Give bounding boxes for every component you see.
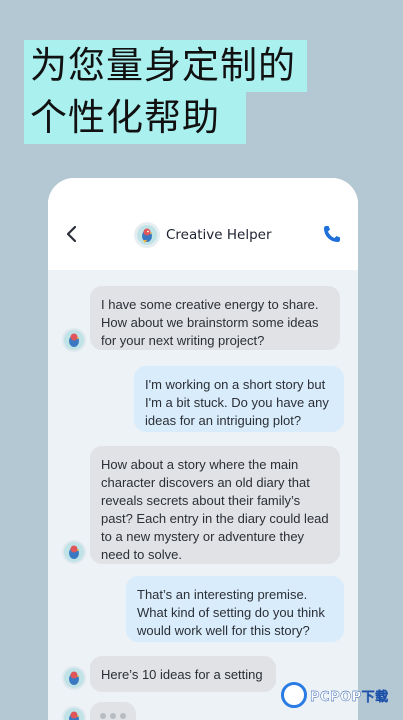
watermark-text: PCPOP下载: [310, 689, 389, 705]
bot-avatar: [62, 328, 86, 352]
message-bubble-user: I'm working on a short story but I'm a b…: [134, 366, 344, 432]
bot-avatar: [62, 666, 86, 690]
parrot-icon: [64, 542, 84, 562]
site-watermark: PCPOP下载: [281, 682, 389, 708]
message-bubble-bot: How about a story where the main charact…: [90, 446, 340, 564]
watermark-logo-icon: [281, 682, 307, 708]
promo-headline: 为您量身定制的 个性化帮助: [24, 40, 307, 144]
message-bubble-user: That’s an interesting premise. What kind…: [126, 576, 344, 642]
headline-line-2: 个性化帮助: [24, 92, 246, 144]
message-text: How about a story where the main charact…: [101, 457, 329, 562]
parrot-icon: [137, 225, 157, 245]
typing-dot: [100, 713, 106, 719]
parrot-icon: [64, 668, 84, 688]
typing-dot: [110, 713, 116, 719]
bot-avatar: [134, 222, 160, 248]
typing-indicator: [90, 702, 136, 720]
phone-icon[interactable]: [322, 224, 342, 244]
bot-avatar: [62, 540, 86, 564]
message-bubble-bot: Here’s 10 ideas for a setting: [90, 656, 276, 692]
chat-title: Creative Helper: [166, 227, 272, 243]
message-text: Here’s 10 ideas for a setting: [101, 667, 263, 682]
headline-line-1: 为您量身定制的: [24, 40, 307, 92]
message-bubble-bot: I have some creative energy to share. Ho…: [90, 286, 340, 350]
chat-title-group: Creative Helper: [134, 222, 272, 248]
message-text: I have some creative energy to share. Ho…: [101, 297, 319, 348]
typing-dot: [120, 713, 126, 719]
parrot-icon: [64, 330, 84, 350]
parrot-icon: [64, 708, 84, 720]
phone-screen: Creative Helper I have some creative ene…: [48, 178, 358, 720]
message-text: That’s an interesting premise. What kind…: [137, 587, 325, 638]
bot-avatar: [62, 706, 86, 720]
chevron-left-icon[interactable]: [64, 224, 80, 244]
message-text: I'm working on a short story but I'm a b…: [145, 377, 329, 428]
chat-header: Creative Helper: [48, 178, 358, 270]
chat-thread: I have some creative energy to share. Ho…: [48, 270, 358, 720]
